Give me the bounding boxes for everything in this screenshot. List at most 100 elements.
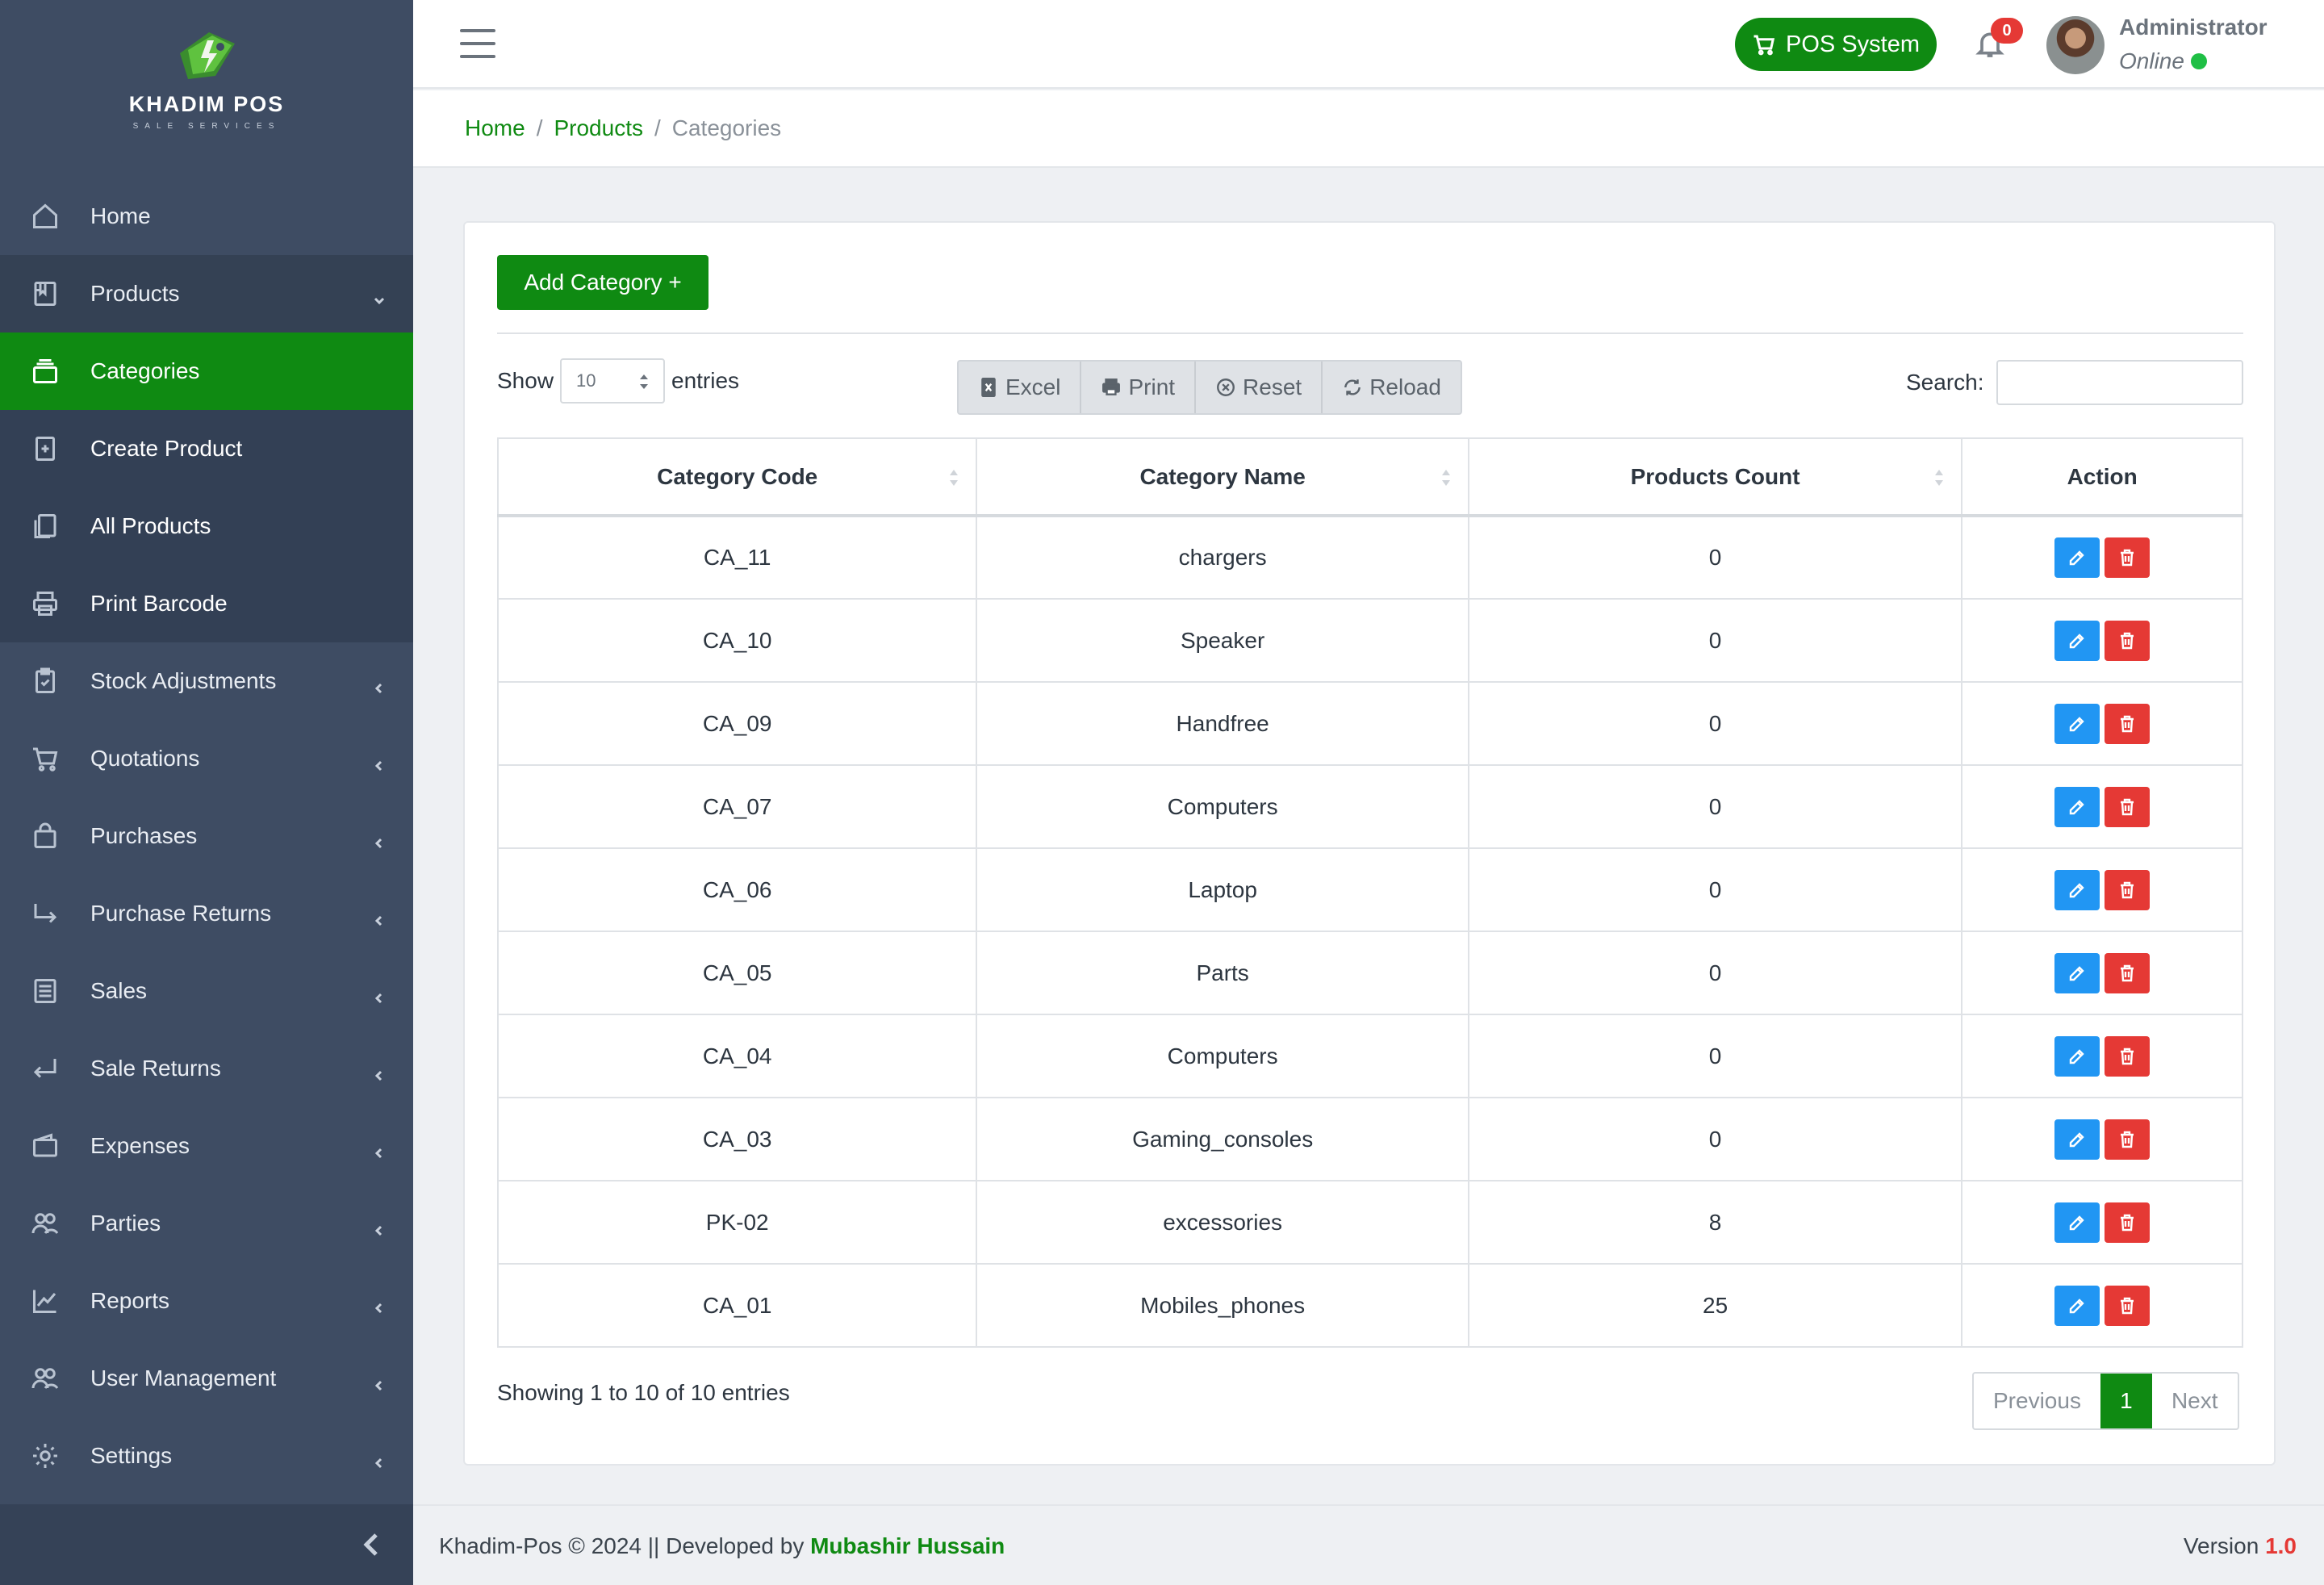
action-cell	[1961, 1097, 2243, 1181]
sidebar-item-label: Expenses	[90, 1133, 190, 1158]
edit-button[interactable]	[2054, 1285, 2100, 1326]
sidebar-item-all-products[interactable]: All Products	[0, 487, 413, 565]
sidebar-item-quotations[interactable]: Quotations	[0, 720, 413, 797]
sidebar-item-label: Parties	[90, 1211, 161, 1236]
pencil-icon	[2067, 797, 2087, 817]
chevron-left-icon	[373, 1449, 386, 1469]
version-label: Version	[2183, 1533, 2266, 1558]
breadcrumb-products[interactable]: Products	[554, 115, 643, 141]
chevron-left-icon	[373, 675, 386, 694]
next-page-button[interactable]: Next	[2152, 1374, 2238, 1428]
excel-icon	[981, 377, 996, 398]
footer-credit: Khadim-Pos © 2024 || Developed by Mubash…	[439, 1533, 1005, 1559]
products-count-cell: 0	[1467, 681, 1963, 766]
category-name-cell: chargers	[976, 515, 1469, 600]
sidebar-item-settings[interactable]: Settings	[0, 1417, 413, 1495]
sidebar-item-sales[interactable]: Sales	[0, 952, 413, 1030]
sidebar-item-label: Sale Returns	[90, 1056, 221, 1081]
print-button[interactable]: Print	[1081, 362, 1197, 413]
table-row: CA_10 Speaker 0	[496, 598, 2243, 683]
action-cell	[1961, 1263, 2243, 1348]
chevron-left-icon	[373, 1372, 386, 1391]
brand[interactable]: KHADIM POS SALE SERVICES	[0, 0, 413, 178]
delete-button[interactable]	[2105, 620, 2151, 661]
breadcrumb: Home / Products / Categories	[413, 90, 2324, 168]
sidebar-item-sale-returns[interactable]: Sale Returns	[0, 1030, 413, 1107]
user-name[interactable]: Administrator	[2119, 15, 2268, 40]
pencil-icon	[2067, 714, 2087, 734]
edit-button[interactable]	[2054, 1202, 2100, 1243]
action-cell	[1961, 764, 2243, 849]
column-label: Products Count	[1630, 463, 1800, 489]
edit-button[interactable]	[2054, 1119, 2100, 1160]
page-button[interactable]: 1	[2100, 1374, 2152, 1428]
add-category-button[interactable]: Add Category +	[497, 255, 708, 310]
sidebar-item-print-barcode[interactable]: Print Barcode	[0, 565, 413, 642]
sidebar-item-expenses[interactable]: Expenses	[0, 1107, 413, 1185]
version-number: 1.0	[2265, 1533, 2297, 1558]
column-header-products-count[interactable]: Products Count	[1467, 437, 1963, 517]
sidebar-item-categories[interactable]: Categories	[0, 332, 413, 410]
edit-button[interactable]	[2054, 703, 2100, 744]
delete-button[interactable]	[2105, 786, 2151, 827]
reload-button[interactable]: Reload	[1323, 362, 1461, 413]
sidebar-item-parties[interactable]: Parties	[0, 1185, 413, 1262]
printer-icon	[1102, 378, 1121, 395]
pencil-icon	[2067, 548, 2087, 567]
column-label: Category Code	[657, 463, 818, 489]
sidebar-item-reports[interactable]: Reports	[0, 1262, 413, 1340]
sidebar-item-create-product[interactable]: Create Product	[0, 410, 413, 487]
brand-tagline: SALE SERVICES	[132, 122, 281, 131]
users-icon	[29, 1207, 61, 1240]
edit-button[interactable]	[2054, 537, 2100, 578]
sort-caret-icon	[640, 374, 648, 389]
edit-button[interactable]	[2054, 952, 2100, 993]
edit-button[interactable]	[2054, 786, 2100, 827]
delete-button[interactable]	[2105, 869, 2151, 910]
action-cell	[1961, 515, 2243, 600]
edit-button[interactable]	[2054, 620, 2100, 661]
pos-system-button[interactable]: POS System	[1735, 18, 1937, 71]
delete-button[interactable]	[2105, 1202, 2151, 1243]
edit-button[interactable]	[2054, 869, 2100, 910]
menu-toggle-icon[interactable]	[460, 29, 495, 58]
category-code-cell: CA_09	[496, 681, 978, 766]
column-header-category-name[interactable]: Category Name	[976, 437, 1469, 517]
pencil-icon	[2067, 1296, 2087, 1315]
cart-icon	[1753, 35, 1775, 56]
sidebar-item-user-management[interactable]: User Management	[0, 1340, 413, 1417]
excel-button[interactable]: Excel	[959, 362, 1082, 413]
delete-button[interactable]	[2105, 952, 2151, 993]
delete-button[interactable]	[2105, 1119, 2151, 1160]
table-row: PK-02 excessories 8	[496, 1180, 2243, 1265]
divider	[497, 332, 2243, 334]
sidebar-item-products[interactable]: Products	[0, 255, 413, 332]
developer-link[interactable]: Mubashir Hussain	[810, 1533, 1005, 1558]
page-size-select[interactable]: 10	[560, 358, 665, 404]
sidebar-item-purchases[interactable]: Purchases	[0, 797, 413, 875]
column-header-category-code[interactable]: Category Code	[496, 437, 978, 517]
copy-icon	[29, 510, 61, 542]
sidebar-item-stock-adjustments[interactable]: Stock Adjustments	[0, 642, 413, 720]
sidebar-collapse-button[interactable]	[0, 1504, 413, 1585]
delete-button[interactable]	[2105, 1285, 2151, 1326]
sidebar-nav: Home Products Categories Create Product …	[0, 178, 413, 1495]
sort-icon	[1441, 470, 1450, 486]
delete-button[interactable]	[2105, 537, 2151, 578]
reset-button[interactable]: Reset	[1196, 362, 1323, 413]
sidebar-item-purchase-returns[interactable]: Purchase Returns	[0, 875, 413, 952]
previous-page-button[interactable]: Previous	[1974, 1374, 2100, 1428]
table-row: CA_07 Computers 0	[496, 764, 2243, 849]
page-footer: Khadim-Pos © 2024 || Developed by Mubash…	[413, 1504, 2324, 1585]
trash-icon	[2117, 797, 2137, 817]
avatar[interactable]	[2046, 16, 2105, 74]
delete-button[interactable]	[2105, 1035, 2151, 1077]
delete-button[interactable]	[2105, 703, 2151, 744]
edit-button[interactable]	[2054, 1035, 2100, 1077]
pencil-icon	[2067, 1213, 2087, 1232]
products-submenu: Categories Create Product All Products P…	[0, 332, 413, 642]
sidebar-item-home[interactable]: Home	[0, 178, 413, 255]
sidebar-item-label: Create Product	[90, 436, 243, 461]
breadcrumb-home[interactable]: Home	[465, 115, 525, 141]
search-input[interactable]	[1996, 360, 2243, 405]
